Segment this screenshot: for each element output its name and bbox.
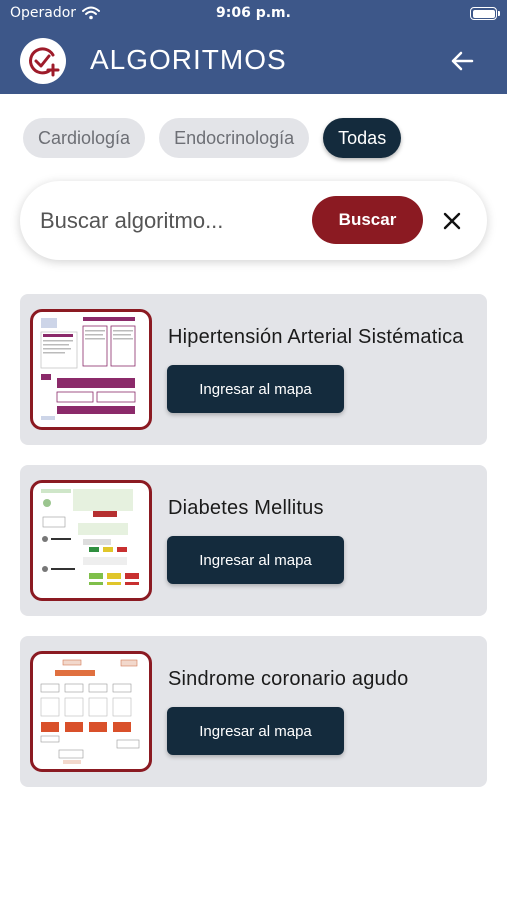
algorithm-thumbnail xyxy=(30,480,152,601)
check-plus-icon xyxy=(29,47,60,77)
enter-map-button[interactable]: Ingresar al mapa xyxy=(167,707,344,755)
algorithm-card: Sindrome coronario agudo Ingresar al map… xyxy=(20,636,487,787)
algorithm-thumbnail xyxy=(30,309,152,430)
enter-map-button[interactable]: Ingresar al mapa xyxy=(167,365,344,413)
status-bar: Operador 9:06 p.m. xyxy=(0,0,507,28)
algorithm-card: Hipertensión Arterial Sistématica Ingres… xyxy=(20,294,487,445)
battery-icon xyxy=(470,7,500,20)
page-title: ALGORITMOS xyxy=(90,44,287,75)
app-logo xyxy=(20,38,66,84)
algorithm-title: Diabetes Mellitus xyxy=(168,497,324,519)
arrow-left-icon xyxy=(451,51,474,71)
algorithm-title: Sindrome coronario agudo xyxy=(168,668,409,690)
algorithm-card: Diabetes Mellitus Ingresar al mapa xyxy=(20,465,487,616)
clear-search-button[interactable] xyxy=(440,209,464,233)
search-input[interactable] xyxy=(40,201,310,241)
algorithm-title: Hipertensión Arterial Sistématica xyxy=(168,326,464,348)
back-button[interactable] xyxy=(447,46,477,76)
clock: 9:06 p.m. xyxy=(216,5,291,21)
filter-chips: Cardiología Endocrinología Todas xyxy=(23,118,402,158)
filter-chip-todas[interactable]: Todas xyxy=(323,118,402,158)
search-button[interactable]: Buscar xyxy=(312,196,423,244)
filter-chip-cardiologia[interactable]: Cardiología xyxy=(23,118,146,158)
app-header: ALGORITMOS xyxy=(0,28,507,94)
search-bar: Buscar xyxy=(20,181,487,260)
filter-chip-endocrinologia[interactable]: Endocrinología xyxy=(159,118,310,158)
close-icon xyxy=(443,212,461,230)
algorithm-thumbnail xyxy=(30,651,152,772)
enter-map-button[interactable]: Ingresar al mapa xyxy=(167,536,344,584)
